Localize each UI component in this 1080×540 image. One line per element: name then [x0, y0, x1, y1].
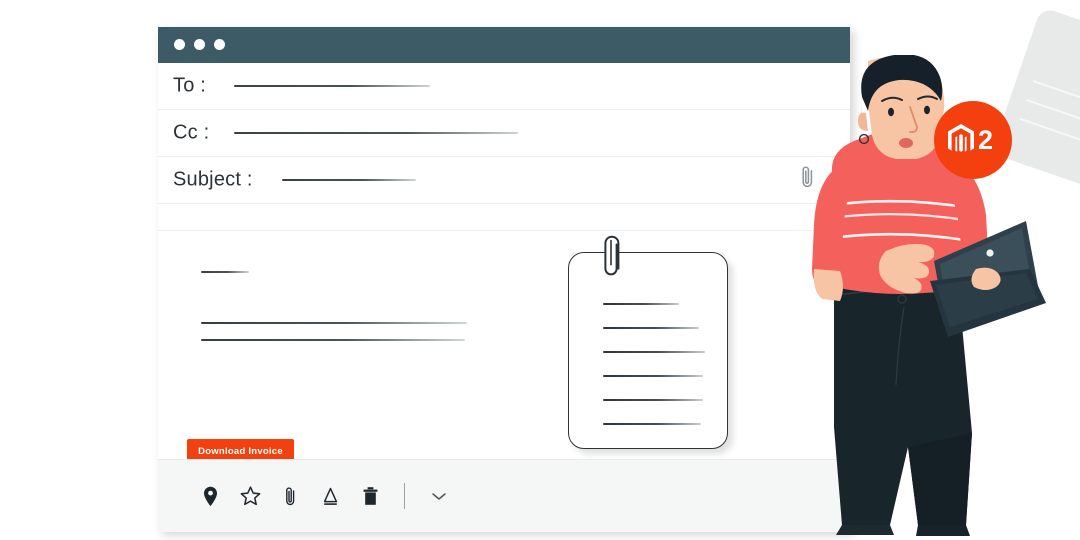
window-dot-close[interactable] — [174, 39, 185, 50]
body-text-line — [201, 322, 467, 324]
window-dot-minimize[interactable] — [194, 39, 205, 50]
attachment-line — [603, 399, 703, 401]
person-with-laptop — [790, 54, 1050, 540]
star-icon[interactable] — [238, 483, 262, 509]
location-pin-icon[interactable] — [198, 483, 222, 509]
text-format-icon[interactable] — [318, 483, 342, 509]
attachment-line — [603, 375, 703, 377]
attachment-card[interactable] — [568, 235, 728, 449]
attachment-line — [603, 327, 699, 329]
input-cc[interactable] — [234, 132, 518, 134]
label-cc: Cc : — [173, 121, 210, 144]
body-text-line — [201, 271, 249, 273]
field-row-cc[interactable]: Cc : — [158, 110, 850, 157]
paperclip-icon — [598, 234, 625, 285]
screenshot-canvas: To : Cc : Subject : Download Invoice 2 — [0, 0, 1080, 540]
window-dot-maximize[interactable] — [214, 39, 225, 50]
attachment-line — [603, 423, 701, 425]
attachment-line — [603, 303, 679, 305]
email-body[interactable]: Download Invoice — [158, 231, 850, 483]
trash-icon[interactable] — [358, 483, 382, 509]
label-to: To : — [173, 74, 207, 97]
field-row-divider — [158, 204, 850, 231]
window-controls[interactable] — [174, 39, 225, 50]
paperclip-icon[interactable] — [278, 483, 302, 509]
input-subject[interactable] — [282, 179, 416, 181]
body-text-line — [201, 339, 465, 341]
attachment-line — [603, 351, 705, 353]
chevron-down-icon[interactable] — [427, 483, 451, 509]
field-row-to[interactable]: To : — [158, 63, 850, 110]
svg-text:2: 2 — [978, 125, 993, 155]
input-to[interactable] — [234, 85, 430, 87]
label-subject: Subject : — [173, 168, 253, 191]
compose-toolbar — [158, 459, 850, 532]
magento-2-logo: 2 — [934, 101, 1012, 179]
toolbar-divider — [404, 483, 405, 509]
email-compose-window: To : Cc : Subject : Download Invoice — [158, 27, 850, 532]
field-row-subject[interactable]: Subject : — [158, 157, 850, 204]
window-titlebar — [158, 27, 850, 63]
